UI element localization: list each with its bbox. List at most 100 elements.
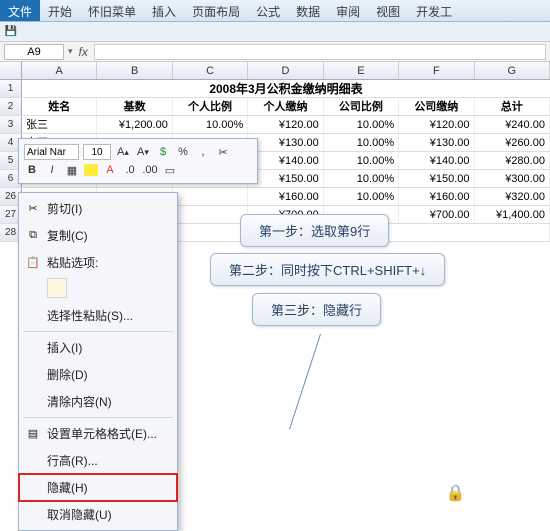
menu-copy[interactable]: ⧉ 复制(C) (19, 222, 177, 249)
menu-row-height[interactable]: 行高(R)... (19, 447, 177, 474)
merge-icon[interactable]: ▭ (162, 162, 178, 178)
border-icon[interactable]: ▦ (64, 162, 80, 178)
name-box[interactable]: A9 (4, 44, 64, 60)
col-header-a[interactable]: A (22, 62, 97, 79)
menu-cut[interactable]: ✂剪切(I) (19, 195, 177, 222)
col-header-g[interactable]: G (475, 62, 550, 79)
tab-classic[interactable]: 怀旧菜单 (80, 0, 144, 21)
tab-home[interactable]: 开始 (40, 0, 80, 21)
row-header-1[interactable]: 1 (0, 80, 22, 97)
menu-format-cells[interactable]: ▤设置单元格格式(E)... (19, 420, 177, 447)
tab-data[interactable]: 数据 (288, 0, 328, 21)
cell[interactable]: 张三 (22, 116, 97, 133)
column-headers: A B C D E F G (0, 62, 550, 80)
tab-review[interactable]: 审阅 (328, 0, 368, 21)
cell[interactable]: ¥130.00 (248, 134, 323, 151)
cell[interactable]: ¥120.00 (399, 116, 474, 133)
cell[interactable]: ¥260.00 (475, 134, 550, 151)
font-color-icon[interactable]: A (102, 162, 118, 178)
tab-dev[interactable]: 开发工 (408, 0, 460, 21)
cell[interactable]: ¥150.00 (399, 170, 474, 187)
cell[interactable]: 10.00% (324, 134, 399, 151)
cell[interactable]: ¥130.00 (399, 134, 474, 151)
select-all-corner[interactable] (0, 62, 22, 79)
lock-icon: 🔒 (443, 480, 469, 506)
qat-save-icon[interactable]: 💾 (2, 24, 20, 40)
cell[interactable]: ¥1,200.00 (97, 116, 172, 133)
decrease-font-icon[interactable]: A▾ (135, 144, 151, 160)
menu-hide[interactable]: 隐藏(H) (19, 474, 177, 501)
cell[interactable]: 公司缴纳 (399, 98, 474, 115)
cell[interactable]: 个人缴纳 (248, 98, 323, 115)
currency-icon[interactable]: $ (155, 144, 171, 160)
copy-icon: ⧉ (25, 228, 41, 244)
col-header-f[interactable]: F (399, 62, 474, 79)
bold-button[interactable]: B (24, 162, 40, 178)
fill-color-icon[interactable] (84, 164, 98, 176)
col-header-d[interactable]: D (248, 62, 323, 79)
cell[interactable]: ¥150.00 (248, 170, 323, 187)
paste-default-icon[interactable] (47, 278, 67, 298)
cell[interactable]: 姓名 (22, 98, 97, 115)
formula-input[interactable] (94, 44, 546, 60)
menu-unhide[interactable]: 取消隐藏(U) (19, 501, 177, 528)
col-header-b[interactable]: B (97, 62, 172, 79)
mini-toolbar: A▴ A▾ $ % , ✂ B I ▦ A .0 .00 ▭ (18, 138, 258, 184)
cell[interactable]: 基数 (97, 98, 172, 115)
tab-insert[interactable]: 插入 (144, 0, 184, 21)
table-row: 3张三¥1,200.0010.00%¥120.0010.00%¥120.00¥2… (0, 116, 550, 134)
comma-icon[interactable]: , (195, 144, 211, 160)
cell[interactable]: ¥280.00 (475, 152, 550, 169)
menu-insert[interactable]: 插入(I) (19, 334, 177, 361)
tab-file[interactable]: 文件 (0, 0, 40, 21)
menu-label: 隐藏(H) (47, 479, 88, 496)
sheet-title[interactable]: 2008年3月公积金缴纳明细表 (22, 80, 550, 97)
menu-label: 清除内容(N) (47, 393, 112, 410)
step-callout-1: 第一步：选取第9行 (240, 214, 389, 247)
format-painter-icon[interactable]: ✂ (215, 144, 231, 160)
font-size-input[interactable] (83, 144, 111, 160)
paste-option-icons (19, 276, 177, 302)
cell[interactable]: ¥300.00 (475, 170, 550, 187)
cell[interactable]: 10.00% (324, 152, 399, 169)
menu-clear[interactable]: 清除内容(N) (19, 388, 177, 415)
cell[interactable]: 10.00% (324, 116, 399, 133)
decrease-decimal-icon[interactable]: .0 (122, 162, 138, 178)
font-name-input[interactable] (24, 144, 79, 160)
ribbon-tabs: 文件 开始 怀旧菜单 插入 页面布局 公式 数据 审阅 视图 开发工 (0, 0, 550, 22)
tab-layout[interactable]: 页面布局 (184, 0, 248, 21)
step-callout-3: 第三步：隐藏行 (252, 293, 381, 326)
cell[interactable]: 公司比例 (324, 98, 399, 115)
menu-delete[interactable]: 删除(D) (19, 361, 177, 388)
menu-label: 复制(C) (47, 227, 88, 244)
menu-label: 行高(R)... (47, 452, 98, 469)
quick-access-toolbar: 💾 (0, 22, 550, 42)
menu-label: 粘贴选项: (47, 254, 98, 271)
cell[interactable]: ¥140.00 (399, 152, 474, 169)
cell[interactable]: 10.00% (173, 116, 248, 133)
fx-icon[interactable]: fx (73, 45, 94, 59)
cell[interactable]: 总计 (475, 98, 550, 115)
tab-view[interactable]: 视图 (368, 0, 408, 21)
menu-paste-special[interactable]: 选择性粘贴(S)... (19, 302, 177, 329)
percent-icon[interactable]: % (175, 144, 191, 160)
col-header-c[interactable]: C (173, 62, 248, 79)
row-header[interactable]: 3 (0, 116, 22, 133)
watermark-name: 绿茶软件园 (475, 478, 544, 497)
cell[interactable]: ¥140.00 (248, 152, 323, 169)
step-callout-2: 第二步：同时按下CTRL+SHIFT+↓ (210, 253, 445, 286)
cell[interactable]: 个人比例 (173, 98, 248, 115)
cell[interactable]: ¥240.00 (475, 116, 550, 133)
row-header-2[interactable]: 2 (0, 98, 22, 115)
menu-label: 选择性粘贴(S)... (47, 307, 133, 324)
cell[interactable]: ¥120.00 (248, 116, 323, 133)
scissors-icon: ✂ (25, 201, 41, 217)
col-header-e[interactable]: E (324, 62, 399, 79)
menu-label: 插入(I) (47, 339, 82, 356)
increase-decimal-icon[interactable]: .00 (142, 162, 158, 178)
increase-font-icon[interactable]: A▴ (115, 144, 131, 160)
italic-button[interactable]: I (44, 162, 60, 178)
tab-formula[interactable]: 公式 (248, 0, 288, 21)
cell[interactable]: 10.00% (324, 170, 399, 187)
menu-separator (23, 331, 173, 332)
